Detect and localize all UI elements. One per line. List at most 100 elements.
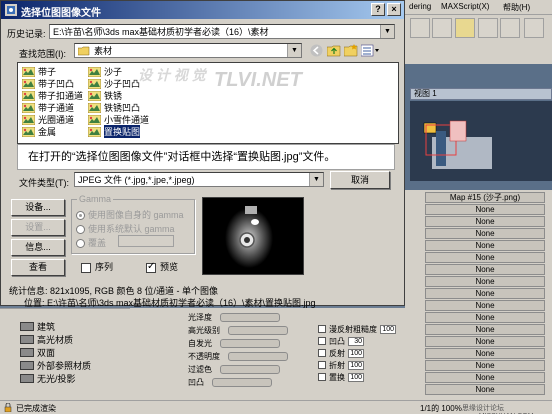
map-slot-button[interactable]: None (425, 384, 545, 395)
map-slot-button[interactable]: None (425, 300, 545, 311)
map-slot-button[interactable]: None (425, 240, 545, 251)
gamma-option-system[interactable]: 使用系统默认 gamma (76, 222, 175, 235)
map-enable-checkbox[interactable] (318, 349, 326, 357)
sequence-option[interactable]: 序列 (81, 260, 113, 273)
map-amount-value[interactable]: 100 (348, 372, 364, 382)
preview-checkbox[interactable] (146, 261, 156, 273)
property-map-button[interactable] (228, 325, 288, 335)
file-item[interactable]: 铁锈凹凸 (88, 102, 140, 113)
file-item[interactable]: 金属 (22, 126, 56, 137)
file-item[interactable]: 铁锈 (88, 90, 122, 101)
map-slot-button[interactable]: None (425, 216, 545, 227)
viewport-label[interactable]: 视图 1 (410, 88, 552, 100)
menu-maxscript[interactable]: MAXScript(X) (441, 2, 489, 11)
file-item[interactable]: 带子 (22, 66, 56, 77)
property-map-button[interactable] (220, 312, 280, 322)
menu-help[interactable]: 帮助(H) (503, 2, 530, 13)
gamma-override-spinner[interactable] (118, 235, 174, 247)
file-item[interactable]: 带子凹凸 (22, 78, 74, 89)
map-property-row[interactable]: 过滤色 (188, 364, 280, 374)
map-slot-button[interactable]: None (425, 204, 545, 215)
map-amount-value[interactable]: 100 (348, 360, 364, 370)
sequence-checkbox[interactable] (81, 262, 91, 273)
map-slot-button[interactable]: None (425, 228, 545, 239)
file-item[interactable]: 置换贴图 (88, 124, 142, 139)
property-map-button[interactable] (220, 338, 280, 348)
map-enable-checkbox[interactable] (318, 361, 326, 369)
map-slot-button[interactable]: None (425, 312, 545, 323)
map-slot-button[interactable]: None (425, 324, 545, 335)
map-amount-value[interactable]: 100 (380, 324, 396, 334)
map-slot-button[interactable]: None (425, 276, 545, 287)
map-slot-button[interactable]: None (425, 348, 545, 359)
map-property-row[interactable]: 自发光 (188, 338, 280, 348)
preview-option[interactable]: 预览 (146, 260, 178, 273)
file-item[interactable]: 沙子 (88, 66, 122, 77)
render-setup-icon[interactable] (410, 18, 430, 38)
material-type-item[interactable]: 外部参照材质 (20, 359, 91, 371)
map-amount-value[interactable]: 30 (348, 336, 364, 346)
map-slot-button[interactable]: None (425, 264, 545, 275)
up-folder-icon[interactable] (327, 44, 341, 57)
map-slot-button[interactable]: None (425, 288, 545, 299)
map-slot-button[interactable]: None (425, 372, 545, 383)
settings-button[interactable]: 设置... (11, 219, 65, 236)
map-amount-row[interactable]: 反射 100 (318, 348, 364, 358)
file-item[interactable]: 光圈通道 (22, 114, 74, 125)
material-type-item[interactable]: 高光材质 (20, 333, 73, 345)
file-item[interactable]: 带子扣通道 (22, 90, 83, 101)
lookin-combo[interactable]: 素材 ▼ (74, 43, 302, 58)
help-button[interactable]: ? (371, 3, 385, 16)
view-button[interactable]: 查看 (11, 259, 65, 276)
teapot-icon[interactable] (500, 18, 520, 38)
file-item[interactable]: 小雪件通道 (88, 114, 149, 125)
dialog-title-bar[interactable]: 选择位图图像文件 ? × (1, 1, 404, 19)
gamma-option-override[interactable]: 覆盖 (76, 236, 106, 249)
chevron-down-icon[interactable]: ▼ (287, 44, 301, 57)
quick-render-icon[interactable] (524, 18, 544, 38)
view-menu-icon[interactable] (361, 44, 381, 57)
radio-gamma-override[interactable] (76, 239, 85, 249)
property-map-button[interactable] (228, 351, 288, 361)
file-item[interactable]: 带子通道 (22, 102, 74, 113)
file-list[interactable]: 设 计 视 觉 TLVI.NET 带子 带子凹凸 带子扣通道 带子通道 光圈通道 金属 沙子… (17, 62, 399, 144)
chevron-down-icon[interactable]: ▼ (380, 25, 394, 38)
map-slot-button[interactable]: None (425, 360, 545, 371)
radio-gamma-system[interactable] (76, 225, 85, 235)
close-button[interactable]: × (387, 3, 401, 16)
menu-rendering[interactable]: dering (409, 2, 431, 11)
setup-button[interactable]: 设备... (11, 199, 65, 216)
map-property-row[interactable]: 高光级别 (188, 325, 288, 335)
file-item[interactable]: 沙子凹凸 (88, 78, 140, 89)
map-amount-row[interactable]: 折射 100 (318, 360, 364, 370)
cancel-button[interactable]: 取消 (330, 171, 390, 189)
map-enable-checkbox[interactable] (318, 337, 326, 345)
property-map-button[interactable] (220, 364, 280, 374)
back-icon[interactable] (310, 44, 323, 57)
map-property-row[interactable]: 光泽度 (188, 312, 280, 322)
render-frame-icon[interactable] (432, 18, 452, 38)
file-type-combo[interactable]: JPEG 文件 (*.jpg,*.jpe,*.jpeg) ▼ (74, 172, 324, 187)
map-amount-value[interactable]: 100 (348, 348, 364, 358)
radio-gamma-image[interactable] (76, 211, 85, 221)
viewport[interactable] (410, 101, 552, 181)
material-editor-icon[interactable] (455, 18, 475, 38)
history-combo[interactable]: E:\许苗\名师\3ds max基础材质初学者必读（16）\素材 ▼ (49, 24, 395, 39)
map-amount-row[interactable]: 凹凸 30 (318, 336, 364, 346)
curve-editor-icon[interactable] (478, 18, 498, 38)
material-type-item[interactable]: 建筑 (20, 320, 55, 332)
map-slot-button[interactable]: Map #15 (沙子.png) (425, 192, 545, 203)
new-folder-icon[interactable] (344, 44, 358, 57)
material-type-item[interactable]: 无光/投影 (20, 372, 76, 384)
map-amount-row[interactable]: 置换 100 (318, 372, 364, 382)
map-property-row[interactable]: 不透明度 (188, 351, 288, 361)
map-enable-checkbox[interactable] (318, 373, 326, 381)
info-button[interactable]: 信息... (11, 239, 65, 256)
chevron-down-icon[interactable]: ▼ (309, 173, 323, 186)
map-enable-checkbox[interactable] (318, 325, 326, 333)
material-type-item[interactable]: 双面 (20, 346, 55, 358)
map-slot-button[interactable]: None (425, 252, 545, 263)
map-property-row[interactable]: 凹凸 (188, 377, 272, 387)
gamma-option-image[interactable]: 使用图像自身的 gamma (76, 208, 184, 221)
map-slot-button[interactable]: None (425, 336, 545, 347)
